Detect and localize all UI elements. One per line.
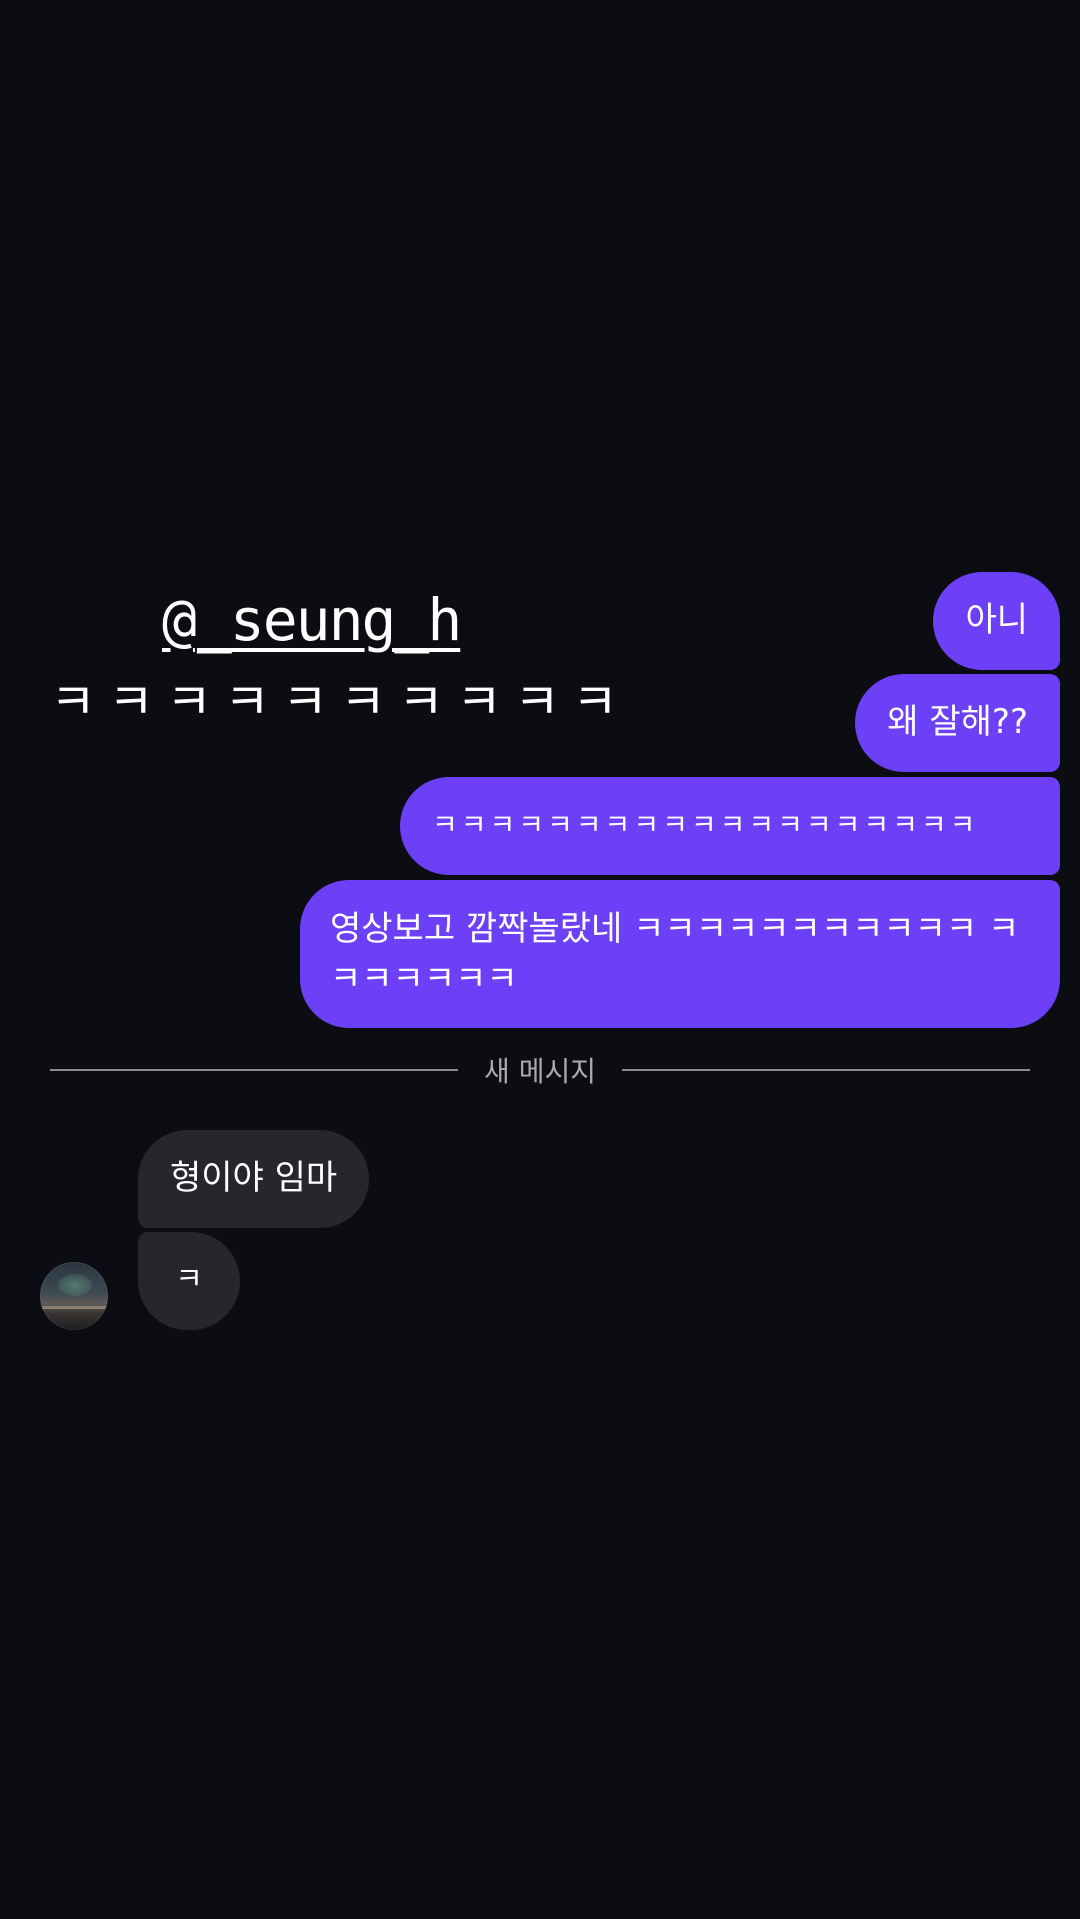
outgoing-message[interactable]: 영상보고 깜짝놀랐네 ㅋㅋㅋㅋㅋㅋㅋㅋㅋㅋㅋ ㅋㅋㅋㅋㅋㅋㅋ [300,880,1060,1028]
incoming-message[interactable]: ㅋ [138,1232,240,1330]
divider-line-left [50,1069,459,1071]
mention-tag[interactable]: @ _seung_h [162,585,462,655]
avatar-aurora [58,1274,92,1296]
divider-line-right [621,1069,1031,1071]
incoming-message[interactable]: 형이야 임마 [138,1130,370,1228]
threads-icon: @ [162,586,197,654]
mention-username: _seung_h [196,586,462,654]
new-messages-label: 새 메시지 [484,1055,596,1088]
sender-avatar[interactable] [40,1262,108,1330]
outgoing-message[interactable]: ㅋㅋㅋㅋㅋㅋㅋㅋㅋㅋㅋㅋㅋㅋㅋㅋㅋㅋㅋ [400,777,1060,875]
avatar-horizon [40,1306,108,1309]
overlay-laugh-text: ㅋㅋㅋㅋㅋㅋㅋㅋㅋㅋ [50,673,630,731]
outgoing-message[interactable]: 아니 [933,572,1060,670]
outgoing-message[interactable]: 왜 잘해?? [855,674,1060,772]
new-messages-divider: 새 메시지 [50,1050,1031,1090]
